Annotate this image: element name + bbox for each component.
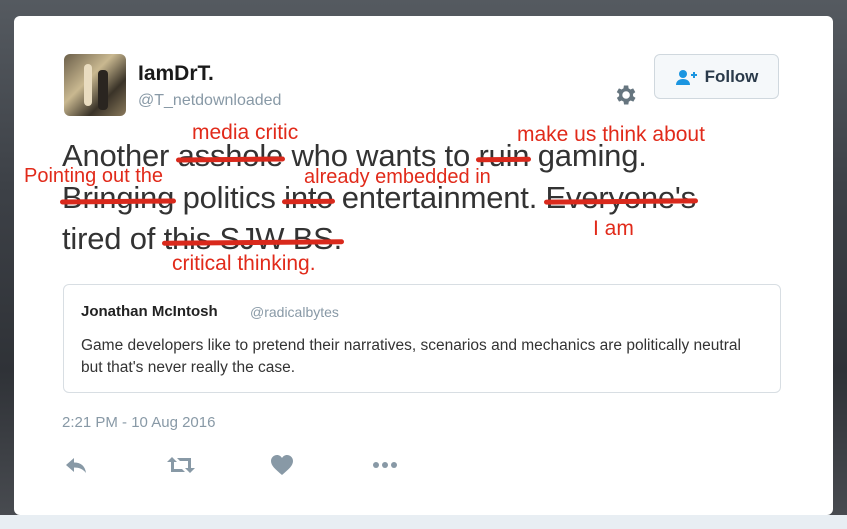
annotation-pointing-out: Pointing out the xyxy=(24,165,163,187)
tweet-word: tired of xyxy=(62,221,156,256)
more-icon[interactable] xyxy=(372,454,398,476)
page-footer-strip xyxy=(0,515,847,529)
struck-word: Everyone's xyxy=(545,180,697,215)
like-icon[interactable] xyxy=(270,454,294,476)
quote-author-name[interactable]: Jonathan McIntosh xyxy=(81,303,218,320)
annotation-media-critic: media critic xyxy=(192,121,299,144)
tweet-timestamp[interactable]: 2:21 PM - 10 Aug 2016 xyxy=(62,414,215,431)
annotation-already-embedded: already embedded in xyxy=(304,166,491,188)
user-handle[interactable]: @T_netdownloaded xyxy=(138,92,281,110)
reply-icon[interactable] xyxy=(64,454,88,476)
quote-text: Game developers like to pretend their na… xyxy=(81,337,741,376)
annotation-make-us-think: make us think about xyxy=(517,123,705,146)
quote-author-handle[interactable]: @radicalbytes xyxy=(250,304,339,320)
quoted-tweet[interactable]: Jonathan McIntosh @radicalbytes Game dev… xyxy=(63,284,781,393)
display-name[interactable]: IamDrT. xyxy=(138,62,214,86)
follow-person-icon xyxy=(675,69,697,85)
annotation-i-am: I am xyxy=(593,217,634,240)
tweet-card: IamDrT. @T_netdownloaded Follow Another … xyxy=(14,16,833,515)
follow-label: Follow xyxy=(704,66,759,86)
avatar-figure-light xyxy=(84,64,92,106)
annotation-critical-thinking: critical thinking. xyxy=(172,252,316,275)
follow-button[interactable]: Follow xyxy=(654,54,779,99)
avatar[interactable] xyxy=(64,54,126,116)
retweet-icon[interactable] xyxy=(167,454,195,476)
tweet-word: politics xyxy=(182,180,276,215)
avatar-figure-dark xyxy=(98,70,108,110)
gear-icon[interactable] xyxy=(612,82,638,108)
